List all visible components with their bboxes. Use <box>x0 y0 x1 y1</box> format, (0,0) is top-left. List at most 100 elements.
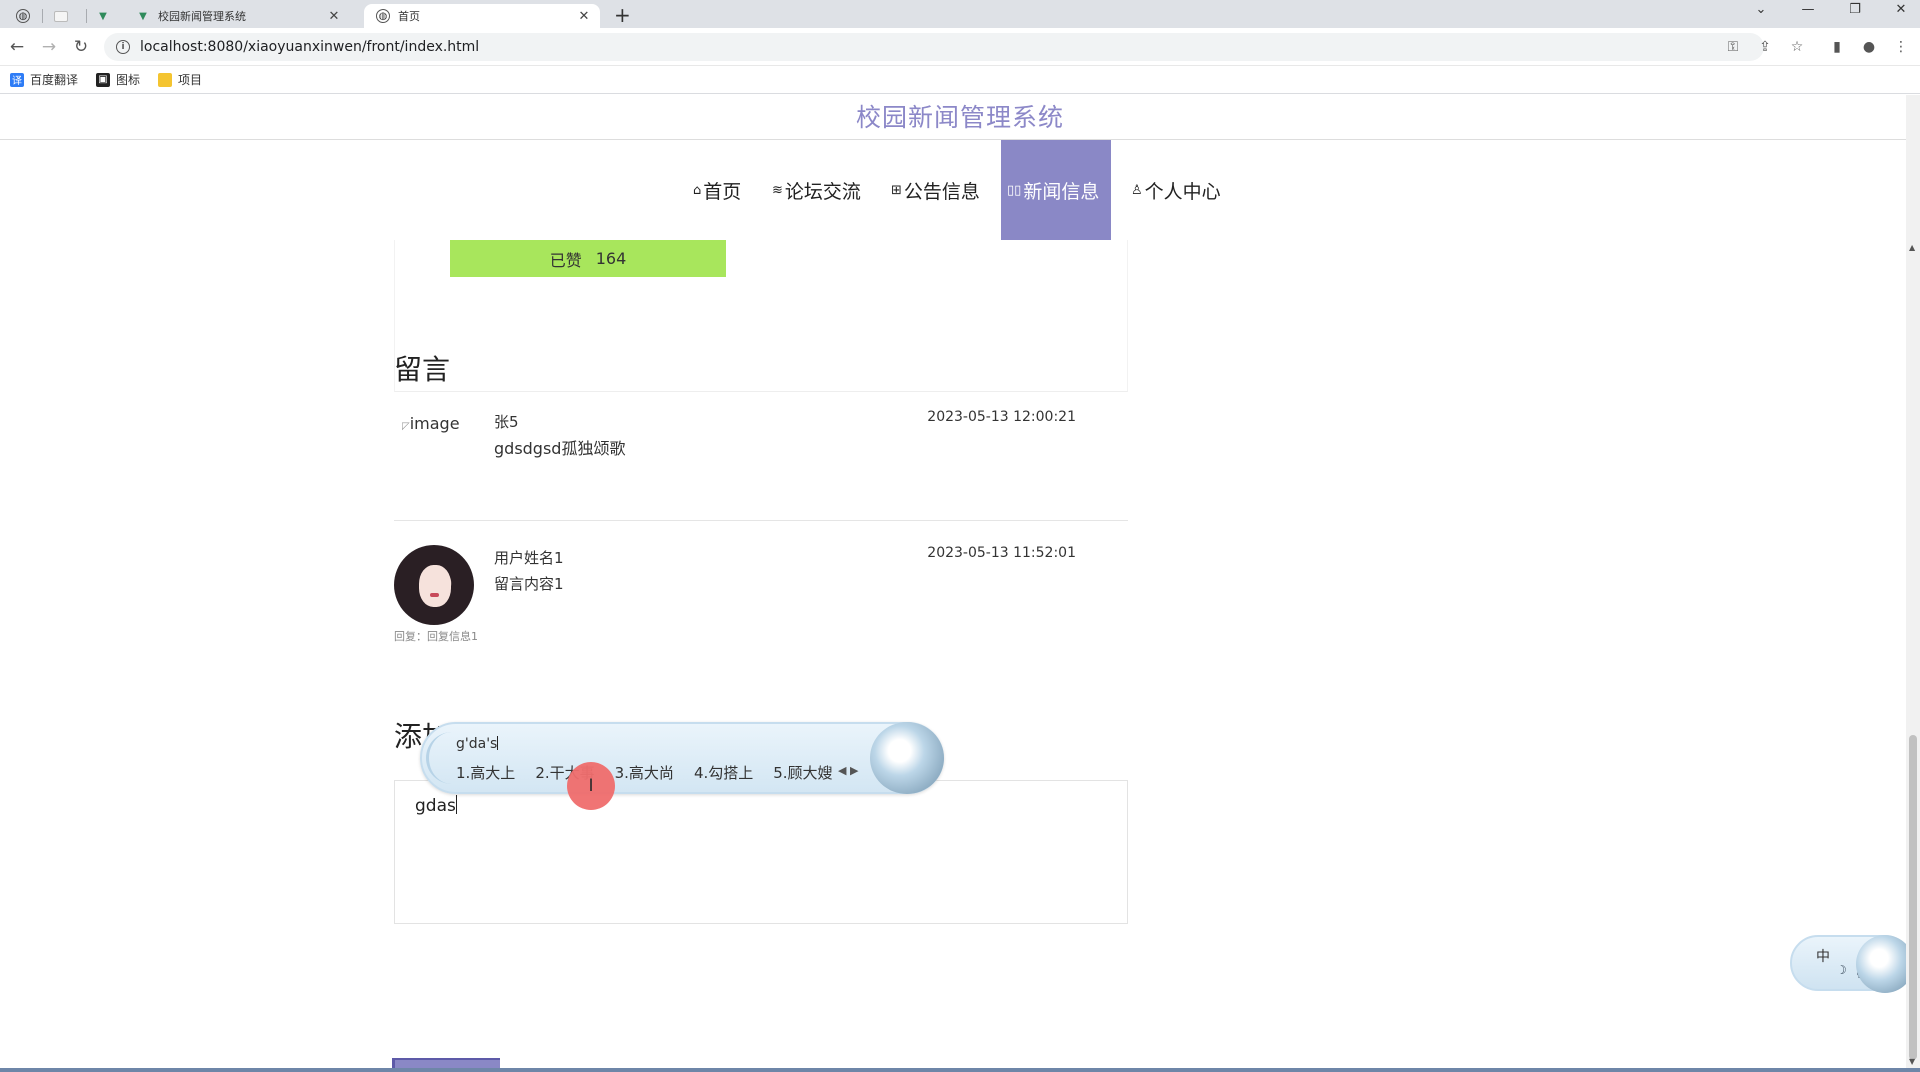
nav-label: 公告信息 <box>903 180 980 203</box>
bookmark-project[interactable]: 项目 <box>158 71 202 88</box>
news-icon: ▯▯ <box>1007 182 1022 198</box>
comment-item: ◸image 张5 gdsdgsd孤独颂歌 2023-05-13 12:00:2… <box>394 405 1128 505</box>
bookmarks-bar: 译 百度翻译 ▣ 图标 项目 <box>0 66 1920 94</box>
layers-icon: ≋ <box>772 182 783 198</box>
nav-label: 新闻信息 <box>1023 180 1100 203</box>
close-icon[interactable]: ✕ <box>576 9 592 24</box>
tab-pinned-1[interactable]: ◍ <box>8 4 38 28</box>
comment-item: 用户姓名1 留言内容1 2023-05-13 11:52:01 回复：回复信息1 <box>394 545 1128 651</box>
ime-skin-edge <box>426 732 452 784</box>
globe-icon: ◍ <box>16 9 30 23</box>
main-nav: ⌂ 首页 ≋ 论坛交流 ⊞ 公告信息 ▯▯ 新闻信息 ♙ 个人中心 <box>0 140 1920 240</box>
close-icon[interactable]: ✕ <box>326 9 342 24</box>
user-icon: ♙ <box>1131 182 1143 198</box>
bookmark-baidu-translate[interactable]: 译 百度翻译 <box>10 71 78 88</box>
tab-home[interactable]: ◍ 首页 ✕ <box>364 4 600 28</box>
like-count: 164 <box>595 249 627 268</box>
like-button[interactable]: 已赞 164 <box>450 240 726 277</box>
url-text: localhost:8080/xiaoyuanxinwen/front/inde… <box>140 39 480 55</box>
site-title: 校园新闻管理系统 <box>855 103 1064 132</box>
globe-icon: ◍ <box>376 9 390 23</box>
ime-candidate[interactable]: 1.高大上 <box>456 762 515 783</box>
avatar <box>394 545 474 625</box>
browser-tab-strip: ◍ ▼ ▼ 校园新闻管理系统 ✕ ◍ 首页 ✕ + ⌄ — ❐ ✕ <box>0 0 1920 28</box>
tab-search-icon[interactable]: ⌄ <box>1746 2 1776 17</box>
ime-skin-bubble-icon <box>870 722 944 794</box>
comment-divider <box>394 520 1128 521</box>
nav-news[interactable]: ▯▯ 新闻信息 <box>1001 140 1111 240</box>
window-close-icon[interactable]: ✕ <box>1886 2 1916 17</box>
comment-textarea[interactable]: gdas <box>394 780 1128 924</box>
comment-author: 张5 <box>494 413 519 431</box>
ime-candidate[interactable]: 4.勾搭上 <box>694 762 753 783</box>
folder-icon <box>158 72 173 87</box>
comment-time: 2023-05-13 12:00:21 <box>927 409 1076 425</box>
star-icon[interactable]: ☆ <box>1787 39 1807 55</box>
restore-icon[interactable]: ❐ <box>1840 2 1870 17</box>
ime-candidate[interactable]: 5.顾大嫂 <box>773 762 832 783</box>
ime-candidate[interactable]: 3.高大尚 <box>615 762 674 783</box>
nav-label: 个人中心 <box>1144 180 1221 203</box>
like-label: 已赞 <box>549 250 582 270</box>
tab-title: 校园新闻管理系统 <box>158 10 246 23</box>
nav-label: 首页 <box>703 180 742 203</box>
nav-notices[interactable]: ⊞ 公告信息 <box>891 140 980 240</box>
cursor-highlight: I <box>567 762 615 810</box>
page-viewport: 校园新闻管理系统 ⌂ 首页 ≋ 论坛交流 ⊞ 公告信息 ▯▯ 新闻信息 ♙ 个人… <box>0 95 1920 1072</box>
image-icon: ▣ <box>96 72 111 87</box>
site-header: 校园新闻管理系统 <box>0 95 1920 140</box>
url-field[interactable]: i localhost:8080/xiaoyuanxinwen/front/in… <box>104 33 1764 61</box>
address-toolbar: ← → ↻ i localhost:8080/xiaoyuanxinwen/fr… <box>0 28 1920 66</box>
ime-candidate-window: g'da's 1.高大上 2.干大事 3.高大尚 4.勾搭上 5.顾大嫂 ◀ ▶ <box>420 722 944 794</box>
bookmark-icons[interactable]: ▣ 图标 <box>96 71 140 88</box>
comment-author: 用户姓名1 <box>494 549 564 567</box>
back-icon[interactable]: ← <box>6 37 28 57</box>
profile-icon[interactable]: ● <box>1859 39 1879 55</box>
minimize-icon[interactable]: — <box>1793 2 1823 17</box>
new-tab-icon[interactable]: + <box>614 3 631 27</box>
comment-reply: 回复：回复信息1 <box>394 630 478 643</box>
moon-icon: ☽ <box>1836 963 1847 977</box>
forward-icon[interactable]: → <box>38 37 60 57</box>
ime-composition: g'da's <box>456 736 499 752</box>
page-scrollbar[interactable]: ▲ ▼ <box>1906 95 1920 1072</box>
comment-content: gdsdgsd孤独颂歌 <box>494 439 626 458</box>
share-icon[interactable]: ⇪ <box>1755 39 1775 55</box>
site-info-icon[interactable]: i <box>116 40 130 54</box>
comments-title: 留言 <box>394 353 451 386</box>
key-icon[interactable]: ⚿ <box>1723 39 1743 55</box>
nav-home[interactable]: ⌂ 首页 <box>693 140 741 240</box>
ime-mode-label: 中 <box>1816 949 1830 965</box>
nav-forum[interactable]: ≋ 论坛交流 <box>772 140 861 240</box>
home-icon: ⌂ <box>693 182 702 198</box>
reload-icon[interactable]: ↻ <box>70 37 92 57</box>
menu-icon[interactable]: ⋮ <box>1891 39 1911 55</box>
scrollbar-thumb[interactable] <box>1909 735 1917 1060</box>
comment-time: 2023-05-13 11:52:01 <box>927 545 1076 561</box>
bookmark-label: 百度翻译 <box>30 73 79 87</box>
nav-profile[interactable]: ♙ 个人中心 <box>1131 140 1221 240</box>
scroll-up-icon[interactable]: ▲ <box>1909 243 1915 252</box>
tab-pinned-3[interactable]: ▼ <box>88 4 118 28</box>
notice-icon: ⊞ <box>891 182 902 198</box>
bookmark-label: 图标 <box>116 73 141 87</box>
nav-label: 论坛交流 <box>784 180 861 203</box>
scroll-down-icon[interactable]: ▼ <box>1909 1057 1915 1066</box>
text-cursor-icon: I <box>588 776 594 796</box>
side-panel-icon[interactable]: ▮ <box>1827 39 1847 55</box>
text-caret <box>455 795 457 814</box>
ime-status-bar[interactable]: 中 ☽ ♚ <box>1790 935 1914 993</box>
translate-icon: 译 <box>10 72 24 87</box>
window-bottom-edge <box>0 1068 1920 1072</box>
ime-page-arrows-icon[interactable]: ◀ ▶ <box>838 764 858 777</box>
textarea-value: gdas <box>415 796 456 816</box>
tab-pinned-2[interactable] <box>46 4 76 28</box>
vue-icon: ▼ <box>139 10 147 22</box>
tab-title: 首页 <box>398 10 420 23</box>
comment-content: 留言内容1 <box>494 575 564 593</box>
bookmark-label: 项目 <box>178 73 203 87</box>
vue-icon: ▼ <box>99 10 107 22</box>
tab-news-system[interactable]: ▼ 校园新闻管理系统 ✕ <box>124 4 350 28</box>
blank-page-icon <box>54 10 68 22</box>
avatar-broken-image: ◸image <box>402 414 460 433</box>
